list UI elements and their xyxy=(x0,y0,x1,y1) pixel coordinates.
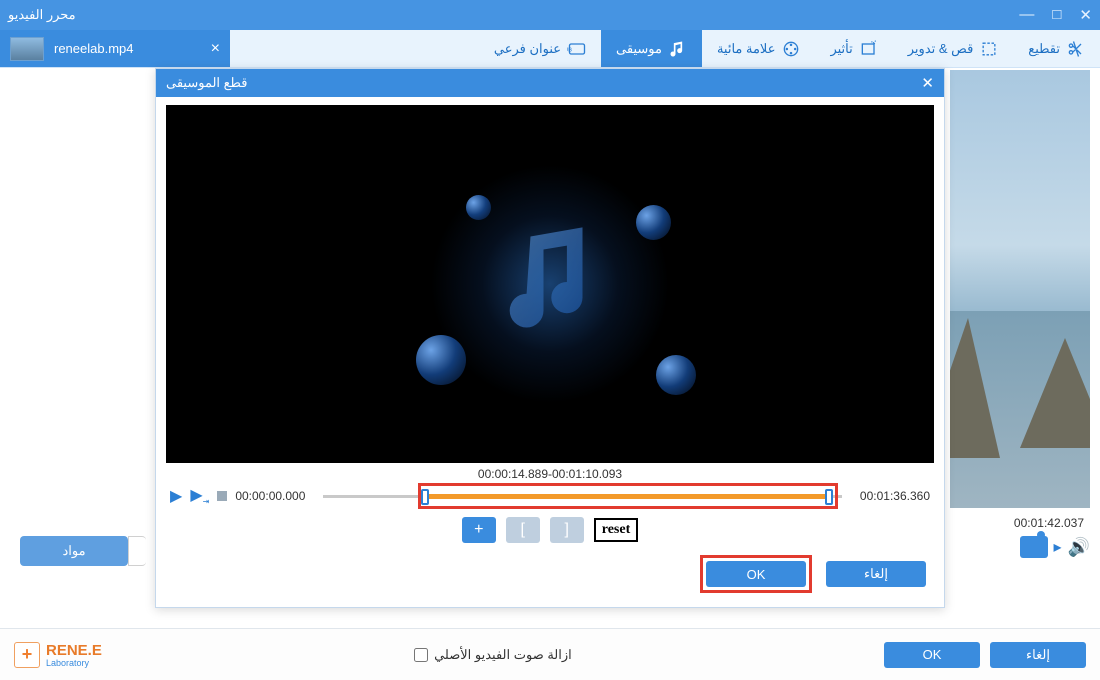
music-trim-dialog: قطع الموسيقى ✕ 00:00:14.889-00:01:10.093… xyxy=(155,68,945,608)
play-icon[interactable]: ▶ xyxy=(170,486,182,506)
minimize-icon[interactable]: — xyxy=(1019,6,1034,24)
trim-handle-end[interactable] xyxy=(825,489,833,505)
dialog-titlebar[interactable]: قطع الموسيقى ✕ xyxy=(156,69,944,97)
footer-ok-button[interactable]: OK xyxy=(884,642,980,668)
dialog-range-label: 00:00:14.889-00:01:10.093 xyxy=(156,467,944,481)
main-area: 00:01:42.037 ▸ 🔊 مواد قطع الموسيقى ✕ 00:… xyxy=(0,68,1100,628)
reel-icon xyxy=(781,39,801,59)
dialog-ok-button[interactable]: OK xyxy=(706,561,806,587)
ok-highlight: OK xyxy=(700,555,812,593)
logo-icon xyxy=(14,642,40,668)
footer: RENE.E Laboratory ازالة صوت الفيديو الأص… xyxy=(0,628,1100,680)
materials-decor xyxy=(128,536,146,566)
file-tab-close-icon[interactable]: × xyxy=(211,40,220,58)
dialog-preview xyxy=(166,105,934,463)
dialog-close-icon[interactable]: ✕ xyxy=(921,74,934,92)
materials-button[interactable]: مواد xyxy=(20,536,128,566)
crop-icon xyxy=(979,39,999,59)
set-start-button[interactable]: [ xyxy=(506,517,540,543)
tab-music[interactable]: موسيقى xyxy=(601,30,702,67)
toggle-preview-icon[interactable]: ▸ xyxy=(1054,537,1062,557)
play-range-icon[interactable]: ▶⇥ xyxy=(190,485,209,506)
remove-audio-input[interactable] xyxy=(414,648,428,662)
subtitle-icon: SUB xyxy=(567,39,587,59)
file-thumb-icon xyxy=(10,37,44,61)
svg-text:SUB: SUB xyxy=(567,47,572,53)
tab-subtitle[interactable]: SUB عنوان فرعي xyxy=(479,30,601,67)
scissors-icon xyxy=(1066,39,1086,59)
dialog-cancel-button[interactable]: إلغاء xyxy=(826,561,926,587)
tab-crop-rotate[interactable]: قص & تدوير xyxy=(893,30,1014,67)
track-end-time: 00:01:36.360 xyxy=(850,489,930,503)
track-start-time: 00:00:00.000 xyxy=(235,489,315,503)
file-tab[interactable]: reneelab.mp4 × xyxy=(0,30,230,67)
volume-icon[interactable]: 🔊 xyxy=(1068,537,1090,558)
tab-trim[interactable]: تقطيع xyxy=(1013,30,1100,67)
tab-watermark[interactable]: علامة مائية xyxy=(702,30,816,67)
wand-icon xyxy=(859,39,879,59)
trim-handle-start[interactable] xyxy=(421,489,429,505)
file-name: reneelab.mp4 xyxy=(54,41,134,56)
trim-track[interactable] xyxy=(323,487,842,505)
music-icon xyxy=(668,39,688,59)
add-segment-button[interactable]: + xyxy=(462,517,496,543)
remove-audio-checkbox[interactable]: ازالة صوت الفيديو الأصلي xyxy=(414,647,572,663)
set-end-button[interactable]: ] xyxy=(550,517,584,543)
toolbar: تقطيع قص & تدوير تأثير علامة مائية موسيق… xyxy=(230,30,1100,67)
preview-time: 00:01:42.037 xyxy=(1014,516,1084,530)
tab-effect[interactable]: تأثير xyxy=(815,30,892,67)
dialog-title: قطع الموسيقى xyxy=(166,75,247,91)
tabs-row: reneelab.mp4 × تقطيع قص & تدوير تأثير عل… xyxy=(0,30,1100,68)
stop-icon[interactable] xyxy=(217,491,227,501)
title-bar: محرر الفيديو — □ ✕ xyxy=(0,0,1100,30)
footer-cancel-button[interactable]: إلغاء xyxy=(990,642,1086,668)
maximize-icon[interactable]: □ xyxy=(1052,6,1061,24)
close-icon[interactable]: ✕ xyxy=(1079,6,1092,24)
reset-button[interactable]: reset xyxy=(594,518,639,542)
video-preview xyxy=(950,70,1090,508)
snapshot-icon[interactable] xyxy=(1020,536,1048,558)
window-title: محرر الفيديو xyxy=(8,7,76,23)
brand-logo: RENE.E Laboratory xyxy=(14,642,102,668)
